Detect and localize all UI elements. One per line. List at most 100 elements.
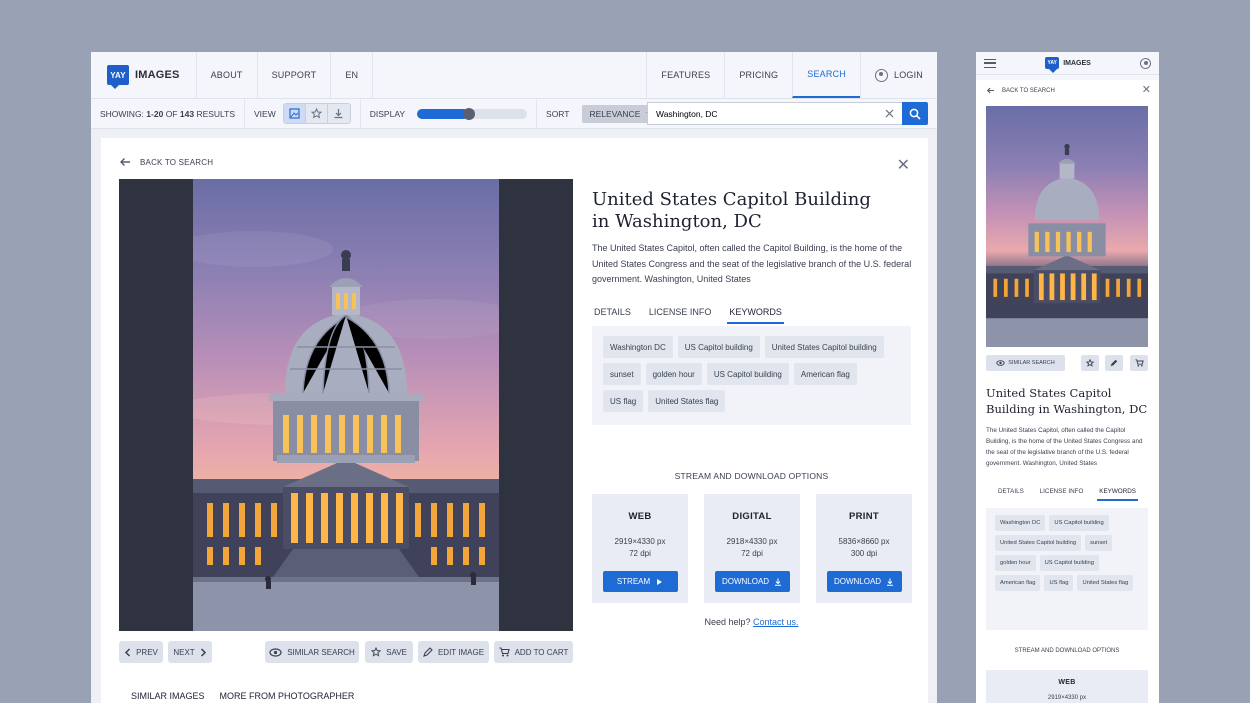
close-icon[interactable]: ✕ bbox=[1142, 83, 1151, 96]
nav-pricing[interactable]: PRICING bbox=[724, 52, 792, 98]
tab-details[interactable]: DETAILS bbox=[592, 307, 633, 324]
close-icon[interactable]: ✕ bbox=[897, 155, 910, 175]
search-button[interactable] bbox=[902, 102, 928, 125]
brand-logo[interactable]: YAY IMAGES bbox=[91, 52, 197, 98]
keyword-chip[interactable]: US Capitol building bbox=[1039, 555, 1099, 571]
edit-image-button[interactable]: EDIT IMAGE bbox=[418, 641, 489, 663]
tab-more-from-photographer[interactable]: MORE FROM PHOTOGRAPHER bbox=[220, 691, 355, 701]
mobile-brand-logo[interactable]: YAY IMAGES bbox=[1045, 57, 1091, 73]
option-card-web: WEB 2919×4330 px 72 dpi STREAM bbox=[592, 494, 688, 603]
image-title: United States Capitol Building in Washin… bbox=[592, 189, 871, 232]
clear-icon[interactable] bbox=[885, 109, 894, 118]
mobile-back-to-search-link[interactable]: BACK TO SEARCH bbox=[986, 87, 1055, 94]
logo-text: IMAGES bbox=[1063, 59, 1091, 67]
back-label: BACK TO SEARCH bbox=[140, 157, 214, 167]
option-name: PRINT bbox=[849, 511, 879, 522]
keyword-chip[interactable]: US Capitol building bbox=[677, 336, 760, 358]
chevron-right-icon bbox=[200, 647, 206, 657]
keyword-chip[interactable]: golden hour bbox=[645, 363, 702, 385]
search-input[interactable] bbox=[656, 108, 856, 119]
mobile-stream-options-heading: STREAM AND DOWNLOAD OPTIONS bbox=[1014, 648, 1120, 654]
contact-us-link[interactable]: Contact us. bbox=[753, 617, 799, 627]
keyword-chip[interactable]: sunset bbox=[603, 363, 641, 385]
tab-similar-images[interactable]: SIMILAR IMAGES bbox=[131, 691, 205, 701]
nav-language[interactable]: EN bbox=[331, 52, 374, 98]
showing-of: OF bbox=[165, 108, 178, 119]
mobile-save-button[interactable] bbox=[1081, 355, 1099, 371]
back-to-search-link[interactable]: BACK TO SEARCH bbox=[119, 157, 213, 167]
view-label: VIEW bbox=[254, 108, 276, 119]
arrow-left-icon bbox=[986, 87, 994, 94]
cart-icon bbox=[1135, 359, 1144, 367]
user-icon[interactable] bbox=[1140, 57, 1151, 69]
keyword-list: Washington DC US Capitol building United… bbox=[592, 326, 911, 425]
option-size: 5836×8660 px bbox=[838, 537, 890, 546]
download-digital-button[interactable]: DOWNLOAD bbox=[714, 571, 790, 592]
capitol-illustration bbox=[986, 143, 1148, 347]
search-bar bbox=[647, 102, 928, 125]
nav-features[interactable]: FEATURES bbox=[646, 52, 724, 98]
option-name: DIGITAL bbox=[732, 511, 772, 522]
keyword-chip[interactable]: United States Capitol building bbox=[995, 535, 1082, 551]
login-label: LOGIN bbox=[893, 70, 923, 80]
next-label: NEXT bbox=[173, 647, 195, 657]
similar-search-button[interactable]: SIMILAR SEARCH bbox=[265, 641, 359, 663]
bottom-tabs: SIMILAR IMAGES MORE FROM PHOTOGRAPHER bbox=[131, 691, 354, 701]
back-label: BACK TO SEARCH bbox=[1002, 87, 1055, 94]
mobile-option-card-web: WEB 2919×4330 px bbox=[986, 670, 1148, 703]
tab-license-info[interactable]: LICENSE INFO bbox=[647, 307, 714, 324]
keyword-chip[interactable]: sunset bbox=[1085, 535, 1113, 551]
keyword-chip[interactable]: US flag bbox=[1044, 575, 1074, 591]
nav-about[interactable]: ABOUT bbox=[197, 52, 258, 98]
tab-keywords[interactable]: KEYWORDS bbox=[1097, 488, 1138, 501]
mobile-similar-search-button[interactable]: SIMILAR SEARCH bbox=[986, 355, 1065, 371]
star-icon bbox=[310, 108, 322, 119]
view-downloads-button[interactable] bbox=[327, 104, 350, 123]
keyword-chip[interactable]: golden hour bbox=[995, 555, 1036, 571]
view-favorites-button[interactable] bbox=[305, 104, 328, 123]
arrow-left-icon bbox=[120, 158, 130, 166]
keyword-chip[interactable]: United States Capitol building bbox=[764, 336, 884, 358]
star-icon bbox=[1086, 359, 1094, 367]
keyword-chip[interactable]: US flag bbox=[603, 390, 644, 412]
keyword-chip[interactable]: American flag bbox=[793, 363, 857, 385]
stream-button[interactable]: STREAM bbox=[602, 571, 678, 592]
play-icon bbox=[657, 578, 663, 585]
option-size: 2919×4330 px bbox=[614, 537, 666, 546]
keyword-chip[interactable]: Washington DC bbox=[995, 515, 1046, 531]
mobile-edit-button[interactable] bbox=[1105, 355, 1123, 371]
option-size: 2919×4330 px bbox=[1047, 695, 1087, 701]
mobile-cart-button[interactable] bbox=[1130, 355, 1148, 371]
tab-details[interactable]: DETAILS bbox=[996, 488, 1026, 501]
help-label: Need help? bbox=[704, 617, 751, 627]
keyword-chip[interactable]: United States flag bbox=[1077, 575, 1134, 591]
keyword-chip[interactable]: US Capitol building bbox=[706, 363, 789, 385]
keyword-chip[interactable]: American flag bbox=[995, 575, 1041, 591]
tab-keywords[interactable]: KEYWORDS bbox=[727, 307, 784, 324]
save-button[interactable]: SAVE bbox=[365, 641, 413, 663]
mobile-detail-panel: BACK TO SEARCH ✕ SIMILAR SEARCH United S… bbox=[976, 80, 1159, 703]
display-slider[interactable] bbox=[417, 107, 528, 120]
mobile-keyword-list: Washington DC US Capitol building United… bbox=[986, 508, 1148, 630]
display-slider-handle[interactable] bbox=[462, 107, 475, 120]
keyword-chip[interactable]: Washington DC bbox=[603, 336, 673, 358]
login-button[interactable]: LOGIN bbox=[859, 52, 937, 98]
image-detail-panel: BACK TO SEARCH ✕ PREV NEXT SIMILAR SEARC… bbox=[101, 138, 928, 703]
next-button[interactable]: NEXT bbox=[168, 641, 212, 663]
add-to-cart-button[interactable]: ADD TO CART bbox=[494, 641, 573, 663]
tab-license-info[interactable]: LICENSE INFO bbox=[1038, 488, 1086, 501]
prev-button[interactable]: PREV bbox=[119, 641, 163, 663]
mobile-header: YAY IMAGES bbox=[976, 52, 1159, 75]
option-size: 2918×4330 px bbox=[726, 537, 778, 546]
keyword-chip[interactable]: US Capitol building bbox=[1049, 515, 1109, 531]
keyword-chip[interactable]: United States flag bbox=[648, 390, 726, 412]
view-image-button[interactable] bbox=[283, 104, 306, 123]
nav-support[interactable]: SUPPORT bbox=[258, 52, 332, 98]
download-icon bbox=[887, 578, 894, 586]
option-name: WEB bbox=[1058, 679, 1076, 686]
download-print-button[interactable]: DOWNLOAD bbox=[826, 571, 902, 592]
detail-tabs: DETAILS LICENSE INFO KEYWORDS bbox=[592, 307, 784, 324]
nav-search[interactable]: SEARCH bbox=[792, 52, 860, 98]
menu-icon[interactable] bbox=[984, 58, 996, 68]
capitol-photo bbox=[193, 179, 499, 631]
